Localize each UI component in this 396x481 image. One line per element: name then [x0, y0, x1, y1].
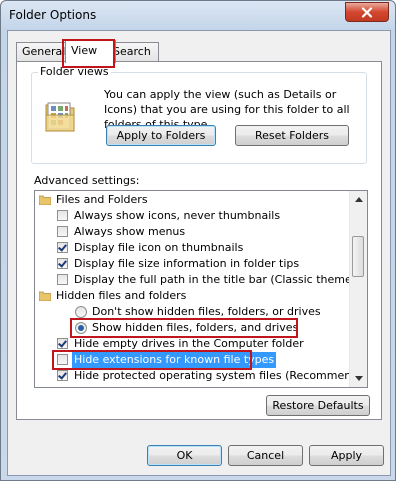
folder-views-legend: Folder views: [38, 65, 111, 78]
radio-button[interactable]: [75, 306, 87, 318]
setting-row-always-show-menus[interactable]: Always show menus: [35, 224, 347, 240]
ok-button[interactable]: OK: [147, 445, 222, 466]
setting-label: Don't show hidden files, folders, or dri…: [92, 305, 321, 318]
setting-row-always-show-icons-never-thumbnails[interactable]: Always show icons, never thumbnails: [35, 208, 347, 224]
setting-label: Hide empty drives in the Computer folder: [74, 337, 304, 350]
setting-label: Always show menus: [74, 225, 186, 238]
setting-label: Show hidden files, folders, and drives: [92, 321, 299, 334]
apply-button[interactable]: Apply: [309, 445, 384, 466]
setting-label: Hidden files and folders: [56, 289, 187, 302]
folder-views-group: Folder views You can apply the view (suc…: [31, 65, 367, 164]
tab-view[interactable]: View: [65, 40, 116, 63]
dialog-client: General View Search Folder views You can…: [7, 30, 391, 476]
reset-folders-button[interactable]: Reset Folders: [235, 125, 349, 146]
setting-label: Always show icons, never thumbnails: [74, 209, 281, 222]
chevron-up-icon: [354, 197, 363, 202]
chevron-down-icon: [354, 376, 363, 381]
checkbox[interactable]: [57, 226, 68, 237]
setting-label: Display file size information in folder …: [74, 257, 300, 270]
folder-icon: [39, 195, 51, 205]
checkbox[interactable]: [57, 354, 68, 365]
checkbox-checked[interactable]: [57, 242, 68, 253]
radio-button-selected[interactable]: [75, 322, 87, 334]
setting-row-hidden-files-and-folders: Hidden files and folders: [35, 288, 347, 304]
setting-row-display-file-icon-on-thumbnails[interactable]: Display file icon on thumbnails: [35, 240, 347, 256]
setting-label: Display the full path in the title bar (…: [74, 273, 368, 286]
setting-row-display-file-size-information-in-folder-tips[interactable]: Display file size information in folder …: [35, 256, 347, 272]
setting-row-don-t-show-hidden-files-folders-or-drives[interactable]: Don't show hidden files, folders, or dri…: [35, 304, 347, 320]
close-button[interactable]: [345, 2, 389, 22]
checkbox[interactable]: [57, 274, 68, 285]
restore-defaults-button[interactable]: Restore Defaults: [266, 395, 370, 416]
setting-label: Hide extensions for known file types: [72, 352, 277, 368]
scroll-thumb[interactable]: [352, 236, 364, 277]
setting-label: Files and Folders: [56, 193, 148, 206]
cancel-button[interactable]: Cancel: [228, 445, 303, 466]
checkbox-checked[interactable]: [57, 338, 68, 349]
setting-row-files-and-folders: Files and Folders: [35, 192, 347, 208]
checkbox-checked[interactable]: [57, 258, 68, 269]
advanced-settings-list[interactable]: Files and Folders Always show icons, neve…: [34, 190, 368, 388]
folder-icon: [39, 291, 51, 301]
setting-label: Hide protected operating system files (R…: [74, 369, 368, 382]
folder-options-window: Folder Options General View Search Folde…: [0, 0, 396, 481]
checkbox-checked[interactable]: [57, 370, 68, 381]
setting-label: Display file icon on thumbnails: [74, 241, 244, 254]
close-icon: [361, 6, 373, 18]
advanced-settings-scrollbar[interactable]: [349, 191, 367, 387]
advanced-settings-label: Advanced settings:: [34, 174, 140, 187]
view-tab-panel: Folder views You can apply the view (suc…: [16, 61, 382, 420]
window-title: Folder Options: [9, 8, 97, 22]
setting-row-display-the-full-path-in-the-title-bar-classic-theme-only[interactable]: Display the full path in the title bar (…: [35, 272, 367, 288]
apply-to-folders-button[interactable]: Apply to Folders: [106, 125, 216, 146]
setting-row-hide-protected-operating-system-files-recommended[interactable]: Hide protected operating system files (R…: [35, 368, 367, 384]
scroll-down-arrow[interactable]: [350, 370, 367, 387]
title-bar[interactable]: Folder Options: [1, 1, 395, 30]
checkbox[interactable]: [57, 210, 68, 221]
scroll-up-arrow[interactable]: [350, 191, 367, 208]
setting-row-show-hidden-files-folders-and-drives[interactable]: Show hidden files, folders, and drives: [35, 320, 347, 336]
setting-row-hide-empty-drives-in-the-computer-folder[interactable]: Hide empty drives in the Computer folder: [35, 336, 347, 352]
setting-row-hide-extensions-for-known-file-types[interactable]: Hide extensions for known file types: [35, 352, 347, 368]
folder-views-icon: [45, 102, 75, 132]
